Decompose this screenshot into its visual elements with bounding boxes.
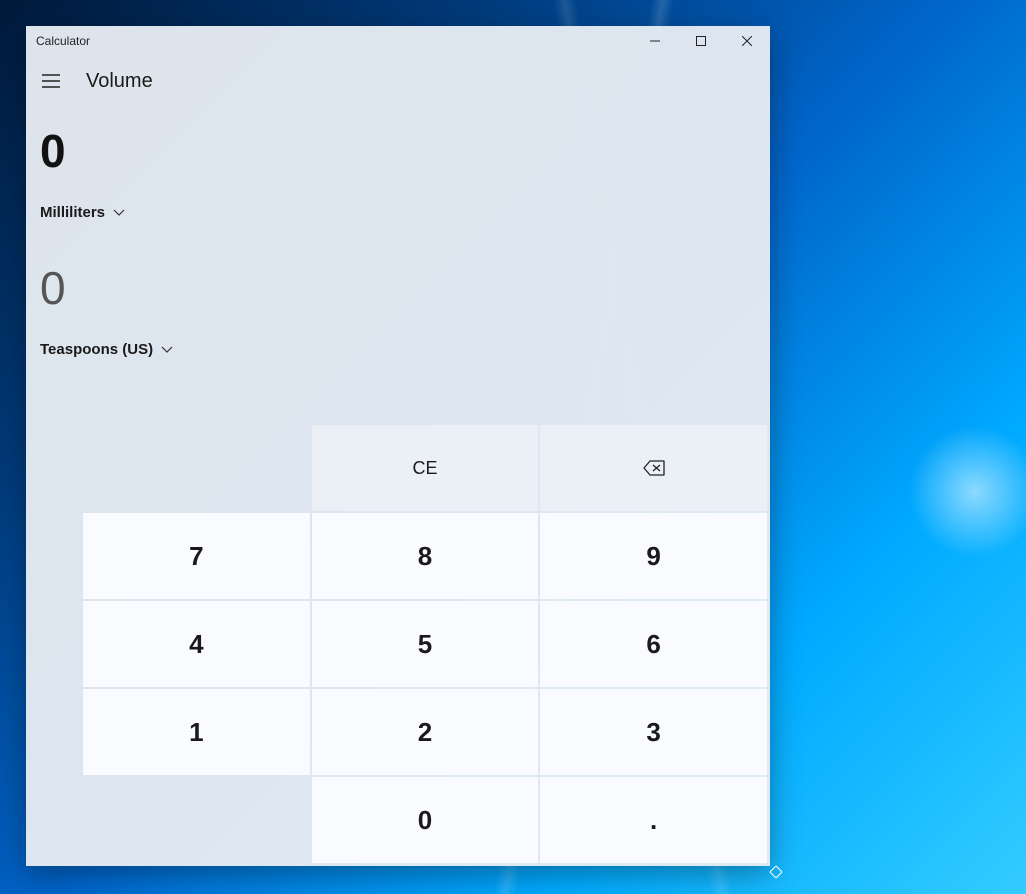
key-label: . bbox=[650, 805, 657, 836]
minimize-icon bbox=[650, 36, 660, 46]
backspace-button[interactable] bbox=[540, 425, 767, 511]
key-5[interactable]: 5 bbox=[312, 601, 539, 687]
header-row: Volume bbox=[26, 56, 770, 106]
mode-title: Volume bbox=[86, 70, 153, 93]
desktop-background: Calculator Volume bbox=[0, 0, 1026, 894]
key-label: 7 bbox=[189, 541, 203, 572]
key-1[interactable]: 1 bbox=[83, 689, 310, 775]
clear-entry-label: CE bbox=[412, 458, 437, 479]
to-value-block: 0 Teaspoons (US) bbox=[26, 221, 770, 358]
resize-handle[interactable] bbox=[768, 864, 784, 880]
keypad: CE 7 8 9 4 5 6 1 2 3 0 bbox=[81, 423, 770, 866]
hamburger-icon bbox=[42, 74, 60, 88]
key-label: 8 bbox=[418, 541, 432, 572]
resize-icon bbox=[768, 864, 784, 880]
key-label: 6 bbox=[646, 629, 660, 660]
chevron-down-icon bbox=[161, 346, 173, 354]
key-label: 4 bbox=[189, 629, 203, 660]
minimize-button[interactable] bbox=[632, 26, 678, 56]
key-label: 5 bbox=[418, 629, 432, 660]
titlebar: Calculator bbox=[26, 26, 770, 56]
key-8[interactable]: 8 bbox=[312, 513, 539, 599]
from-value[interactable]: 0 bbox=[40, 124, 770, 178]
from-unit-label: Milliliters bbox=[40, 204, 105, 221]
key-9[interactable]: 9 bbox=[540, 513, 767, 599]
to-unit-select[interactable]: Teaspoons (US) bbox=[40, 341, 770, 358]
to-value[interactable]: 0 bbox=[40, 261, 770, 315]
from-value-block: 0 Milliliters bbox=[26, 106, 770, 221]
keypad-spacer bbox=[83, 425, 310, 511]
key-4[interactable]: 4 bbox=[83, 601, 310, 687]
key-7[interactable]: 7 bbox=[83, 513, 310, 599]
close-icon bbox=[742, 36, 752, 46]
calculator-window: Calculator Volume bbox=[26, 26, 770, 866]
key-label: 1 bbox=[189, 717, 203, 748]
to-unit-label: Teaspoons (US) bbox=[40, 341, 153, 358]
key-decimal[interactable]: . bbox=[540, 777, 767, 863]
chevron-down-icon bbox=[113, 209, 125, 217]
keypad-spacer bbox=[83, 777, 310, 863]
key-2[interactable]: 2 bbox=[312, 689, 539, 775]
backspace-icon bbox=[643, 460, 665, 476]
key-3[interactable]: 3 bbox=[540, 689, 767, 775]
maximize-button[interactable] bbox=[678, 26, 724, 56]
close-button[interactable] bbox=[724, 26, 770, 56]
menu-button[interactable] bbox=[34, 64, 68, 98]
from-unit-select[interactable]: Milliliters bbox=[40, 204, 770, 221]
clear-entry-button[interactable]: CE bbox=[312, 425, 539, 511]
key-label: 2 bbox=[418, 717, 432, 748]
key-6[interactable]: 6 bbox=[540, 601, 767, 687]
key-label: 9 bbox=[646, 541, 660, 572]
key-label: 0 bbox=[418, 805, 432, 836]
key-0[interactable]: 0 bbox=[312, 777, 539, 863]
key-label: 3 bbox=[646, 717, 660, 748]
maximize-icon bbox=[696, 36, 706, 46]
window-title: Calculator bbox=[36, 34, 90, 48]
window-controls bbox=[632, 26, 770, 56]
